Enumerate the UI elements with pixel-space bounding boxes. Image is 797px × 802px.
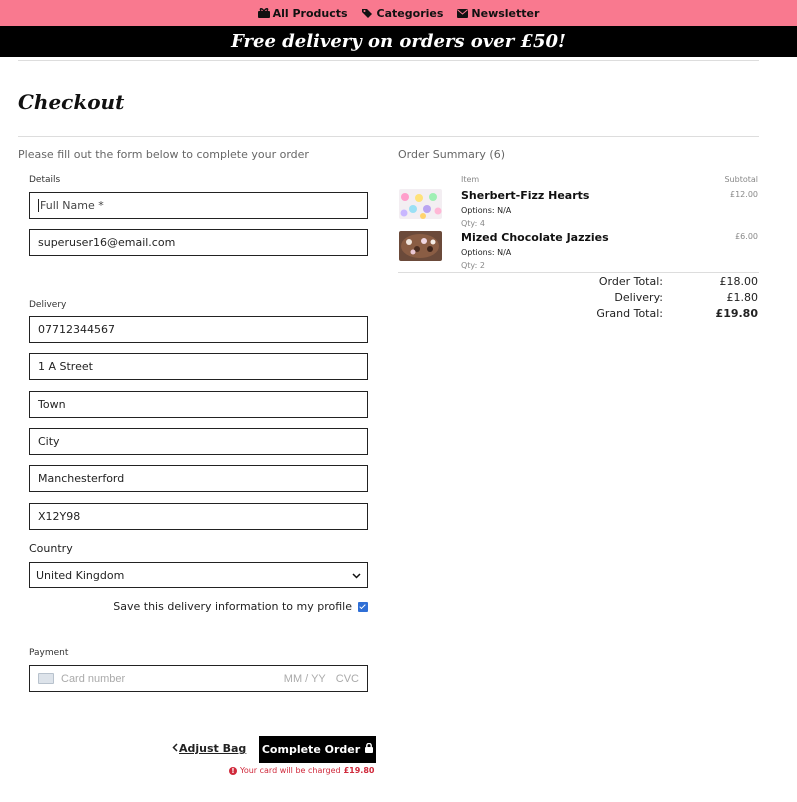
order-summary-title: Order Summary (6)	[398, 148, 505, 161]
save-info-checkbox[interactable]	[358, 601, 368, 612]
text-caret	[38, 199, 39, 212]
country-select[interactable]: United Kingdom	[29, 562, 368, 588]
delivery-cost-label: Delivery:	[614, 291, 663, 304]
item-qty: Qty: 2	[461, 261, 485, 270]
adjust-bag-label: Adjust Bag	[179, 742, 247, 755]
order-total-value: £18.00	[719, 275, 759, 288]
postcode-value: X12Y98	[38, 510, 81, 523]
item-column-header: Item	[461, 175, 480, 184]
complete-order-button[interactable]: Complete Order	[259, 736, 376, 763]
nav-categories-label: Categories	[376, 6, 444, 20]
full-name-input[interactable]: Full Name *	[29, 192, 368, 219]
street-address-input[interactable]: 1 A Street	[29, 353, 368, 380]
subtotal-column-header: Subtotal	[724, 175, 758, 184]
city-input[interactable]: City	[29, 428, 368, 455]
item-options: Options: N/A	[461, 206, 512, 215]
nav-categories[interactable]: Categories	[361, 6, 444, 20]
town-value: Town	[38, 398, 66, 411]
item-qty: Qty: 4	[461, 219, 485, 228]
county-input[interactable]: Manchesterford	[29, 465, 368, 492]
email-input[interactable]: superuser16@email.com	[29, 229, 368, 256]
order-total-label: Order Total:	[598, 275, 663, 288]
item-options: Options: N/A	[461, 248, 512, 257]
product-image-mized-chocolate-jazzies	[399, 231, 442, 261]
details-section-label: Details	[29, 175, 61, 185]
divider	[18, 136, 759, 137]
charge-note-text: Your card will be charged	[240, 766, 341, 775]
nav-all-products[interactable]: All Products	[257, 6, 348, 20]
item-name: Mized Chocolate Jazzies	[461, 231, 609, 244]
adjust-bag-link[interactable]: Adjust Bag	[172, 742, 246, 755]
envelope-icon	[457, 8, 469, 18]
town-input[interactable]: Town	[29, 391, 368, 418]
charge-amount: £19.80	[343, 766, 375, 775]
complete-order-label: Complete Order	[261, 743, 361, 756]
page-title: Checkout	[18, 90, 125, 114]
lock-icon	[365, 742, 374, 756]
email-value: superuser16@email.com	[38, 236, 176, 249]
nav-all-products-label: All Products	[272, 6, 348, 20]
delivery-section-label: Delivery	[29, 300, 67, 310]
payment-section-label: Payment	[29, 648, 69, 658]
free-delivery-banner: Free delivery on orders over £50!	[0, 26, 797, 57]
county-value: Manchesterford	[38, 472, 125, 485]
card-expiry-placeholder: MM / YY	[283, 672, 326, 685]
item-name: Sherbert-Fizz Hearts	[461, 189, 590, 202]
country-label: Country	[29, 542, 73, 555]
grand-total-value: £19.80	[715, 307, 758, 320]
gifts-icon	[257, 8, 270, 18]
phone-value: 07712344567	[38, 323, 115, 336]
postcode-input[interactable]: X12Y98	[29, 503, 368, 530]
chevron-left-icon	[172, 742, 178, 755]
divider	[18, 60, 759, 61]
top-nav: All Products Categories Newsletter	[0, 0, 797, 26]
card-cvc-placeholder: CVC	[335, 672, 359, 685]
product-image-sherbert-fizz-hearts	[399, 189, 442, 219]
street-value: 1 A Street	[38, 360, 93, 373]
item-subtotal: £12.00	[730, 190, 758, 199]
tags-icon	[361, 8, 374, 18]
card-input[interactable]: Card number MM / YY CVC	[29, 665, 368, 692]
grand-total-label: Grand Total:	[596, 307, 663, 320]
charge-note: ! Your card will be charged £19.80	[229, 766, 374, 775]
country-value: United Kingdom	[36, 568, 125, 582]
phone-input[interactable]: 07712344567	[29, 316, 368, 343]
card-number-placeholder: Card number	[61, 672, 126, 685]
credit-card-icon	[38, 673, 54, 684]
form-intro: Please fill out the form below to comple…	[18, 148, 309, 161]
exclamation-circle-icon: !	[229, 766, 237, 775]
nav-newsletter-label: Newsletter	[471, 6, 540, 20]
city-value: City	[38, 435, 60, 448]
nav-newsletter[interactable]: Newsletter	[457, 7, 539, 20]
item-subtotal: £6.00	[735, 232, 758, 241]
divider	[398, 272, 759, 273]
full-name-placeholder: Full Name *	[40, 199, 104, 212]
delivery-cost-value: £1.80	[726, 291, 759, 304]
save-info-row: Save this delivery information to my pro…	[29, 600, 368, 613]
save-info-label: Save this delivery information to my pro…	[113, 600, 352, 613]
chevron-down-icon	[352, 569, 361, 582]
